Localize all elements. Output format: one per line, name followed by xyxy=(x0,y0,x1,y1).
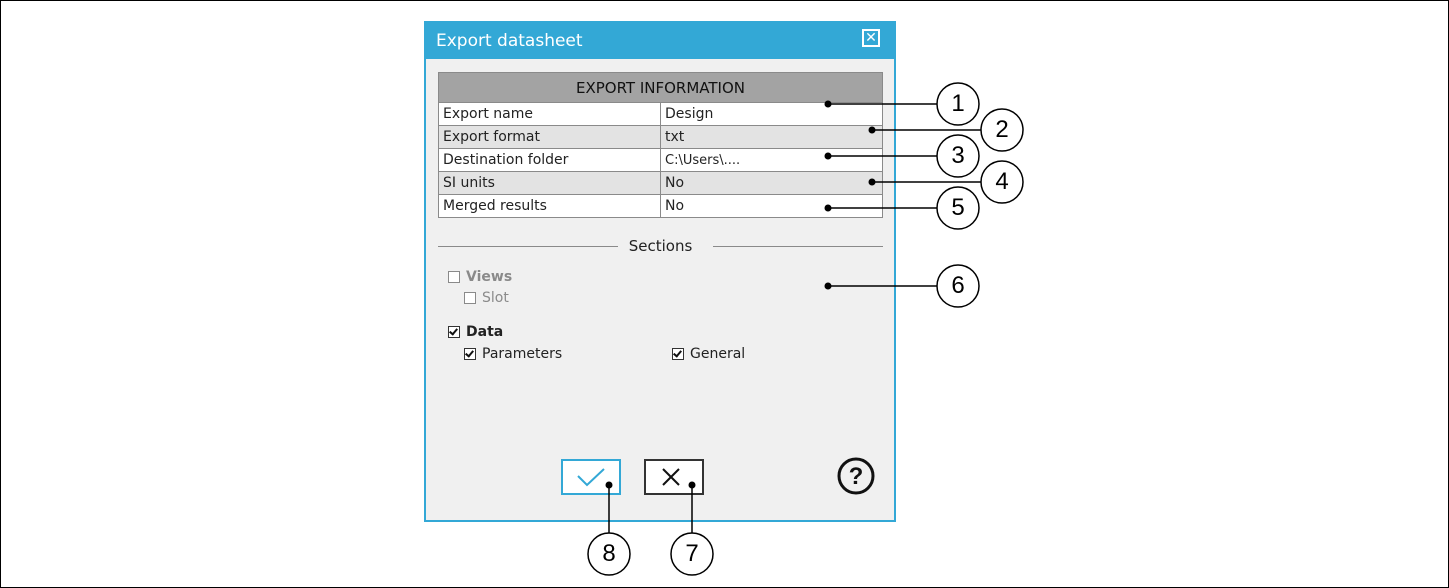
data-label: Data xyxy=(466,324,504,340)
slot-checkbox[interactable]: Slot xyxy=(464,290,509,306)
callout-4: 4 xyxy=(995,168,1009,195)
callout-3: 3 xyxy=(951,142,965,169)
table-row[interactable]: Export name Design xyxy=(438,102,883,126)
callout-1: 1 xyxy=(951,90,965,117)
callout-7: 7 xyxy=(685,540,699,567)
export-information-table: EXPORT INFORMATION Export name Design Ex… xyxy=(438,72,883,218)
row-key: Export format xyxy=(438,125,661,149)
si-units-value[interactable]: No xyxy=(660,171,883,195)
help-icon: ? xyxy=(837,457,875,495)
ok-button[interactable] xyxy=(561,459,621,495)
general-label: General xyxy=(690,346,746,362)
row-key: SI units xyxy=(438,171,661,195)
merged-results-value[interactable]: No xyxy=(660,194,883,218)
export-format-value[interactable]: txt xyxy=(660,125,883,149)
slot-label: Slot xyxy=(482,290,509,306)
callout-6: 6 xyxy=(951,272,965,299)
views-checkbox[interactable]: Views xyxy=(448,269,512,285)
checkbox-box[interactable] xyxy=(448,271,460,283)
table-row[interactable]: SI units No xyxy=(438,171,883,195)
general-checkbox[interactable]: General xyxy=(672,346,745,362)
parameters-checkbox[interactable]: Parameters xyxy=(464,346,562,362)
checkbox-box[interactable] xyxy=(464,348,476,360)
callout-5: 5 xyxy=(951,194,965,221)
checkbox-box[interactable] xyxy=(464,292,476,304)
destination-folder-value[interactable]: C:\Users\.... xyxy=(660,148,883,172)
close-icon[interactable]: ✕ xyxy=(862,29,880,47)
checkbox-box[interactable] xyxy=(672,348,684,360)
dialog-title: Export datasheet xyxy=(436,31,583,51)
sections-divider: Sections xyxy=(438,236,883,256)
dialog-titlebar: Export datasheet ✕ xyxy=(426,23,894,59)
row-key: Export name xyxy=(438,102,661,126)
checkmark-icon xyxy=(577,468,605,487)
divider-line xyxy=(713,246,883,247)
table-header: EXPORT INFORMATION xyxy=(438,72,883,103)
callout-2: 2 xyxy=(995,116,1009,143)
export-datasheet-dialog: Export datasheet ✕ EXPORT INFORMATION Ex… xyxy=(424,21,896,522)
svg-text:?: ? xyxy=(849,463,864,490)
row-key: Destination folder xyxy=(438,148,661,172)
callout-8: 8 xyxy=(602,540,616,567)
data-checkbox[interactable]: Data xyxy=(448,324,503,340)
cancel-button[interactable] xyxy=(644,459,704,495)
table-row[interactable]: Destination folder C:\Users\.... xyxy=(438,148,883,172)
help-button[interactable]: ? xyxy=(836,456,876,496)
table-row[interactable]: Merged results No xyxy=(438,194,883,218)
checkbox-box[interactable] xyxy=(448,326,460,338)
row-key: Merged results xyxy=(438,194,661,218)
export-name-value[interactable]: Design xyxy=(660,102,883,126)
parameters-label: Parameters xyxy=(482,346,563,362)
views-label: Views xyxy=(466,269,513,285)
cross-icon xyxy=(662,468,680,486)
table-row[interactable]: Export format txt xyxy=(438,125,883,149)
